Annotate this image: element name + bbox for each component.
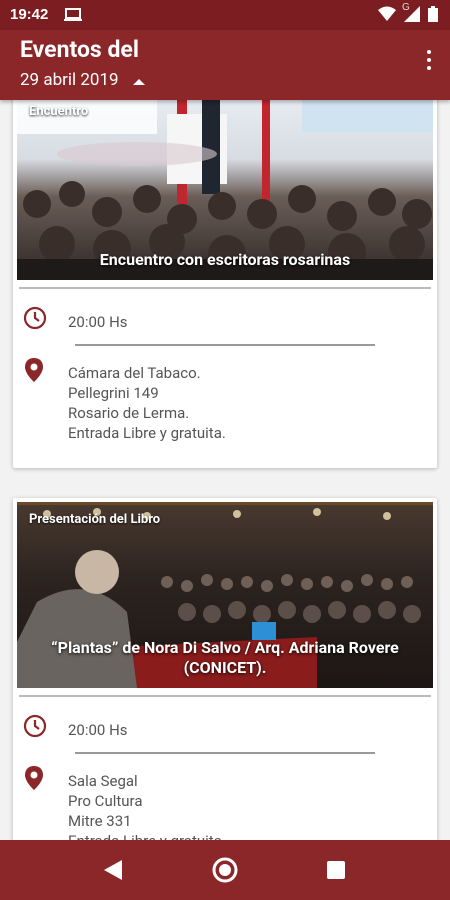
signal-label: G [402, 2, 410, 13]
event-card[interactable]: Presentación del Libro “Plantas” de Nora… [13, 498, 437, 840]
event-title: “Plantas” de Nora Di Salvo / Arq. Adrian… [51, 638, 399, 677]
event-location: Sala Segal Pro Cultura Mitre 331 Entrada… [68, 771, 226, 840]
status-time: 19:42 [10, 6, 49, 23]
time-underline [75, 344, 375, 346]
events-list[interactable]: Encuentro Encuentro con escritoras rosar… [0, 100, 450, 840]
signal-icon: G [402, 2, 420, 26]
overflow-menu-icon[interactable] [424, 50, 434, 76]
laptop-icon [64, 8, 82, 26]
divider [19, 287, 431, 289]
clock-icon [23, 714, 47, 742]
page-title: Eventos del [20, 36, 139, 63]
event-title: Encuentro con escritoras rosarinas [99, 250, 351, 269]
location-line: Cámara del Tabaco. [68, 364, 201, 382]
time-underline [75, 752, 375, 754]
navigation-bar [0, 840, 450, 900]
divider [19, 695, 431, 697]
date-selector[interactable]: 29 abril 2019 [20, 70, 145, 91]
caret-up-icon [132, 71, 145, 91]
app-bar: Eventos del 29 abril 2019 [0, 30, 450, 100]
event-time: 20:00 Hs [68, 721, 128, 739]
event-photo: Encuentro Encuentro con escritoras rosar… [17, 100, 433, 280]
location-line: Entrada Libre y gratuita. [68, 831, 226, 840]
event-time: 20:00 Hs [68, 313, 128, 331]
event-category: Encuentro [29, 104, 89, 119]
clock-icon [23, 306, 47, 334]
recents-icon[interactable] [327, 861, 345, 879]
status-bar: 19:42 G [0, 0, 450, 30]
location-line: Entrada Libre y gratuita. [68, 424, 226, 442]
home-icon[interactable] [211, 856, 239, 888]
location-pin-icon [23, 357, 45, 387]
event-location: Cámara del Tabaco. Pellegrini 149 Rosari… [68, 363, 226, 443]
location-pin-icon [23, 765, 45, 795]
battery-icon [428, 6, 438, 26]
location-line: Rosario de Lerma. [68, 404, 190, 422]
event-photo: Presentación del Libro “Plantas” de Nora… [17, 502, 433, 688]
location-line: Mitre 331 [68, 812, 132, 830]
event-card[interactable]: Encuentro Encuentro con escritoras rosar… [13, 100, 437, 468]
date-label: 29 abril 2019 [20, 70, 119, 90]
location-line: Pro Cultura [68, 792, 143, 810]
wifi-icon [378, 6, 396, 26]
location-line: Pellegrini 149 [68, 384, 159, 402]
back-icon[interactable] [104, 860, 122, 884]
location-line: Sala Segal [68, 772, 138, 790]
event-category: Presentación del Libro [29, 512, 161, 527]
